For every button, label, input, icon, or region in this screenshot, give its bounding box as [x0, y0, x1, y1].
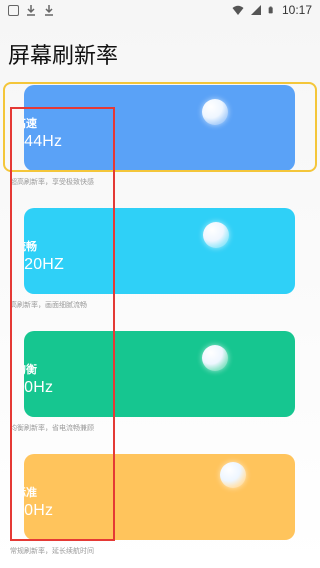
option-mode-label: 标准 — [24, 487, 37, 499]
status-bar-right: 10:17 — [232, 3, 312, 17]
option-description: 高刷新率，画面细腻流畅 — [10, 302, 87, 309]
option-rate-label: 120HZ — [24, 256, 65, 273]
option-rate-label: 60Hz — [24, 502, 54, 519]
option-mode-label: 流畅 — [24, 241, 37, 253]
refresh-option-smooth[interactable]: 流畅 120HZ — [24, 208, 295, 294]
square-icon — [8, 4, 19, 16]
download-icon — [27, 5, 35, 16]
refresh-option-high-speed[interactable]: 高速 144Hz — [24, 85, 295, 171]
option-description: 超高刷新率，享受极致快感 — [10, 179, 94, 186]
bubble-icon — [220, 462, 246, 488]
signal-icon — [250, 5, 261, 15]
bubble-icon — [203, 222, 229, 248]
option-mode-label: 均衡 — [24, 364, 37, 376]
option-description: 均衡刷新率，省电流畅兼顾 — [10, 425, 94, 432]
battery-icon — [268, 6, 273, 14]
status-bar-left — [8, 4, 55, 16]
refresh-option-standard[interactable]: 标准 60Hz — [24, 454, 295, 540]
bubble-icon — [202, 99, 228, 125]
clock: 10:17 — [281, 3, 312, 17]
option-mode-label: 高速 — [24, 118, 37, 130]
refresh-option-balanced[interactable]: 均衡 60Hz — [24, 331, 295, 417]
page-title: 屏幕刷新率 — [8, 43, 119, 68]
status-bar: 10:17 — [0, 0, 320, 20]
bubble-icon — [202, 345, 228, 371]
wifi-icon — [232, 5, 244, 15]
option-description: 常规刷新率，延长续航时间 — [10, 548, 94, 555]
option-rate-label: 60Hz — [24, 379, 54, 396]
download-icon — [45, 5, 53, 16]
option-rate-label: 144Hz — [24, 133, 63, 150]
